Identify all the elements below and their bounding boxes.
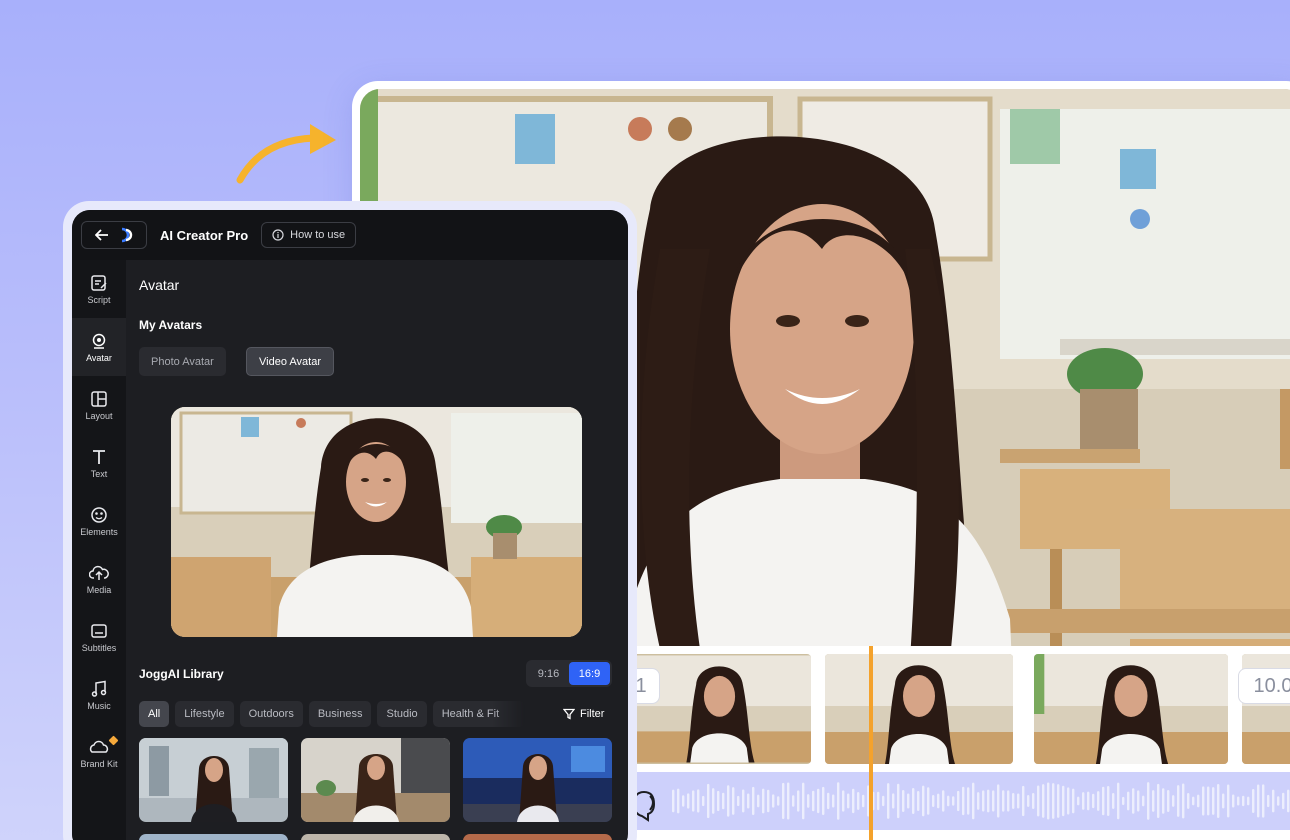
playhead[interactable] bbox=[869, 646, 873, 840]
aspect-ratio-toggle: 9:16 16:9 bbox=[526, 660, 612, 687]
sidebar-item-layout[interactable]: Layout bbox=[72, 376, 126, 434]
sidebar-item-script[interactable]: Script bbox=[72, 260, 126, 318]
timeline-clip[interactable] bbox=[1034, 654, 1228, 764]
sidebar-item-text[interactable]: Text bbox=[72, 434, 126, 492]
filter-label: Filter bbox=[580, 708, 605, 720]
editor-panel: AI Creator Pro How to use Script Avatar … bbox=[72, 210, 628, 840]
chip-lifestyle[interactable]: Lifestyle bbox=[175, 701, 234, 727]
sidebar-item-avatar[interactable]: Avatar bbox=[72, 318, 126, 376]
timeline[interactable]: 1 10.0 bbox=[628, 646, 1290, 840]
ratio-16-9[interactable]: 16:9 bbox=[569, 662, 610, 685]
chip-studio[interactable]: Studio bbox=[377, 701, 427, 727]
chip-health-fit[interactable]: Health & Fit bbox=[432, 701, 525, 727]
back-arrow-icon bbox=[95, 229, 108, 241]
sidebar-item-label: Avatar bbox=[86, 352, 112, 363]
sidebar-item-label: Music bbox=[87, 700, 111, 711]
library-heading: JoggAI Library bbox=[139, 667, 224, 681]
sidebar-item-label: Script bbox=[87, 294, 111, 305]
library-avatar-card[interactable] bbox=[301, 738, 450, 822]
logo-icon bbox=[121, 227, 133, 243]
editor-topbar: AI Creator Pro How to use bbox=[72, 210, 628, 260]
filter-button[interactable]: Filter bbox=[563, 701, 604, 727]
chip-outdoors[interactable]: Outdoors bbox=[239, 701, 303, 727]
tab-video-avatar[interactable]: Video Avatar bbox=[246, 347, 334, 376]
sidebar-item-label: Text bbox=[90, 468, 108, 479]
sidebar-item-elements[interactable]: Elements bbox=[72, 492, 126, 550]
how-to-use-button[interactable]: How to use bbox=[261, 222, 357, 248]
library-avatar-card[interactable] bbox=[463, 834, 612, 840]
elements-icon bbox=[91, 506, 107, 523]
panel-title: Avatar bbox=[139, 277, 180, 293]
audio-waveform bbox=[632, 782, 1290, 822]
chip-business[interactable]: Business bbox=[308, 701, 372, 727]
library-avatar-card[interactable] bbox=[463, 738, 612, 822]
chip-all[interactable]: All bbox=[139, 701, 170, 727]
sidebar-item-label: Brand Kit bbox=[80, 758, 118, 769]
audio-track[interactable] bbox=[628, 772, 1290, 830]
script-icon bbox=[91, 274, 107, 291]
curved-arrow-icon bbox=[236, 124, 336, 184]
how-to-use-label: How to use bbox=[290, 229, 346, 241]
filter-icon bbox=[563, 708, 575, 720]
sidebar-item-media[interactable]: Media bbox=[72, 550, 126, 608]
sidebar-item-brand-kit[interactable]: Brand Kit bbox=[72, 724, 126, 782]
layout-icon bbox=[91, 390, 107, 407]
avatar-icon bbox=[92, 333, 106, 349]
category-chips: All Lifestyle Outdoors Business Studio H… bbox=[139, 701, 525, 727]
library-avatar-card[interactable] bbox=[139, 834, 288, 840]
sidebar: Script Avatar Layout Text Elements Media bbox=[72, 260, 126, 840]
subtitles-icon bbox=[91, 623, 107, 638]
info-icon bbox=[272, 229, 284, 241]
avatar-panel: Avatar My Avatars Photo Avatar Video Ava… bbox=[126, 260, 628, 840]
back-button[interactable] bbox=[81, 221, 147, 249]
media-icon bbox=[89, 565, 109, 580]
sidebar-item-subtitles[interactable]: Subtitles bbox=[72, 608, 126, 666]
tab-photo-avatar[interactable]: Photo Avatar bbox=[139, 347, 226, 376]
library-avatar-card[interactable] bbox=[139, 738, 288, 822]
music-icon bbox=[91, 680, 107, 697]
app-title: AI Creator Pro bbox=[160, 227, 249, 243]
sidebar-item-music[interactable]: Music bbox=[72, 666, 126, 724]
brand-kit-icon bbox=[89, 740, 109, 753]
editor-frame: AI Creator Pro How to use Script Avatar … bbox=[63, 201, 637, 840]
sidebar-item-label: Layout bbox=[85, 410, 113, 421]
clip-badge-2: 10.0 bbox=[1238, 668, 1290, 704]
sidebar-item-label: Elements bbox=[80, 526, 118, 537]
library-avatar-card[interactable] bbox=[301, 834, 450, 840]
sidebar-item-label: Media bbox=[86, 584, 112, 595]
my-avatars-heading: My Avatars bbox=[139, 318, 203, 332]
selected-avatar-thumbnail[interactable] bbox=[171, 407, 582, 637]
timeline-clip[interactable] bbox=[825, 654, 1013, 764]
sidebar-item-label: Subtitles bbox=[81, 642, 117, 653]
avatar-image bbox=[171, 407, 582, 637]
ratio-9-16[interactable]: 9:16 bbox=[528, 662, 569, 685]
text-icon bbox=[93, 449, 105, 464]
premium-diamond-icon bbox=[108, 735, 119, 746]
